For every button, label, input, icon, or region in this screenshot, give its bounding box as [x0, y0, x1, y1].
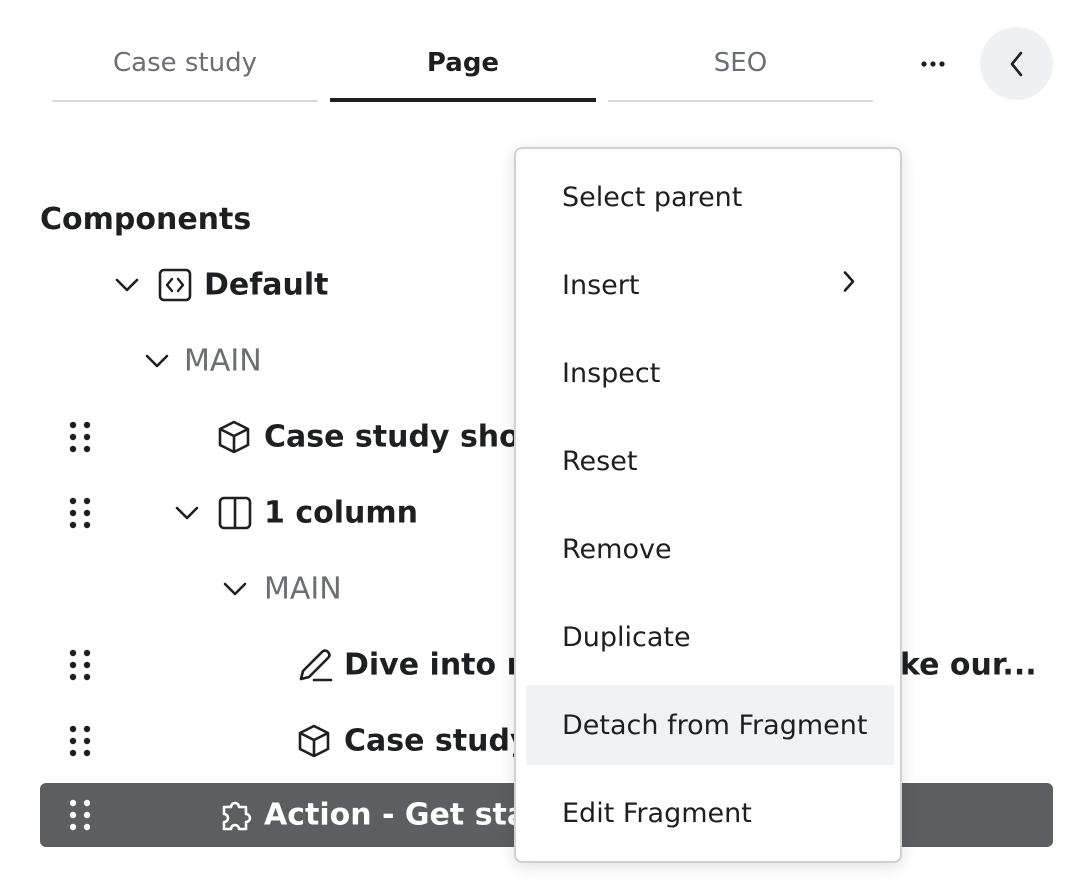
menu-item-insert[interactable]: Insert: [526, 245, 894, 325]
tree-item-label: Dive into m: [344, 647, 538, 683]
tree-item-label: Default: [204, 267, 329, 303]
code-bracket-icon: [158, 268, 192, 302]
menu-item-inspect[interactable]: Inspect: [526, 333, 894, 413]
region-label: MAIN: [264, 571, 342, 607]
more-options-button[interactable]: [914, 46, 952, 82]
chevron-down-icon[interactable]: [174, 505, 200, 521]
chevron-down-icon[interactable]: [114, 277, 140, 293]
menu-item-label: Reset: [562, 445, 638, 477]
chevron-down-icon[interactable]: [222, 581, 248, 597]
chevron-left-icon: [1010, 51, 1022, 76]
menu-item-edit-fragment[interactable]: Edit Fragment: [526, 773, 894, 853]
columns-icon: [218, 496, 252, 530]
collapse-panel-button[interactable]: [980, 27, 1053, 100]
menu-item-label: Select parent: [562, 181, 743, 213]
menu-item-select-parent[interactable]: Select parent: [526, 157, 894, 237]
components-heading: Components: [40, 202, 252, 237]
menu-item-detach-from-fragment[interactable]: Detach from Fragment: [526, 685, 894, 765]
menu-item-remove[interactable]: Remove: [526, 509, 894, 589]
tree-item-label: 1 column: [264, 495, 418, 531]
tree-item-label: Action - Get star: [264, 797, 542, 833]
pencil-icon: [296, 646, 334, 684]
chevron-down-icon[interactable]: [144, 353, 170, 369]
menu-item-reset[interactable]: Reset: [526, 421, 894, 501]
context-menu: Select parent Insert Inspect Reset Remov…: [514, 147, 902, 863]
menu-item-label: Inspect: [562, 357, 661, 389]
tree-item-label: Case study: [344, 723, 530, 759]
chevron-right-icon: [842, 270, 856, 301]
cube-icon: [216, 419, 252, 455]
tab-seo[interactable]: SEO: [608, 30, 873, 102]
tab-page[interactable]: Page: [330, 30, 596, 102]
drag-handle-icon[interactable]: [66, 419, 94, 455]
drag-handle-icon[interactable]: [66, 797, 94, 833]
ellipsis-icon: [921, 61, 945, 67]
menu-item-label: Edit Fragment: [562, 797, 752, 829]
drag-handle-icon[interactable]: [66, 495, 94, 531]
menu-item-label: Insert: [562, 269, 640, 301]
menu-item-duplicate[interactable]: Duplicate: [526, 597, 894, 677]
menu-item-label: Remove: [562, 533, 672, 565]
tab-case-study-label: Case study: [112, 48, 257, 78]
drag-handle-icon[interactable]: [66, 723, 94, 759]
cube-icon: [296, 723, 332, 759]
tab-page-label: Page: [426, 48, 500, 78]
menu-item-label: Detach from Fragment: [562, 709, 868, 741]
tab-seo-label: SEO: [713, 48, 768, 78]
tree-item-label-overflow: ke our...: [900, 647, 1037, 683]
region-label: MAIN: [184, 343, 262, 379]
puzzle-icon: [216, 795, 256, 835]
tab-case-study[interactable]: Case study: [52, 30, 318, 102]
menu-item-label: Duplicate: [562, 621, 691, 653]
tree-item-label: Case study show: [264, 419, 548, 455]
drag-handle-icon[interactable]: [66, 647, 94, 683]
